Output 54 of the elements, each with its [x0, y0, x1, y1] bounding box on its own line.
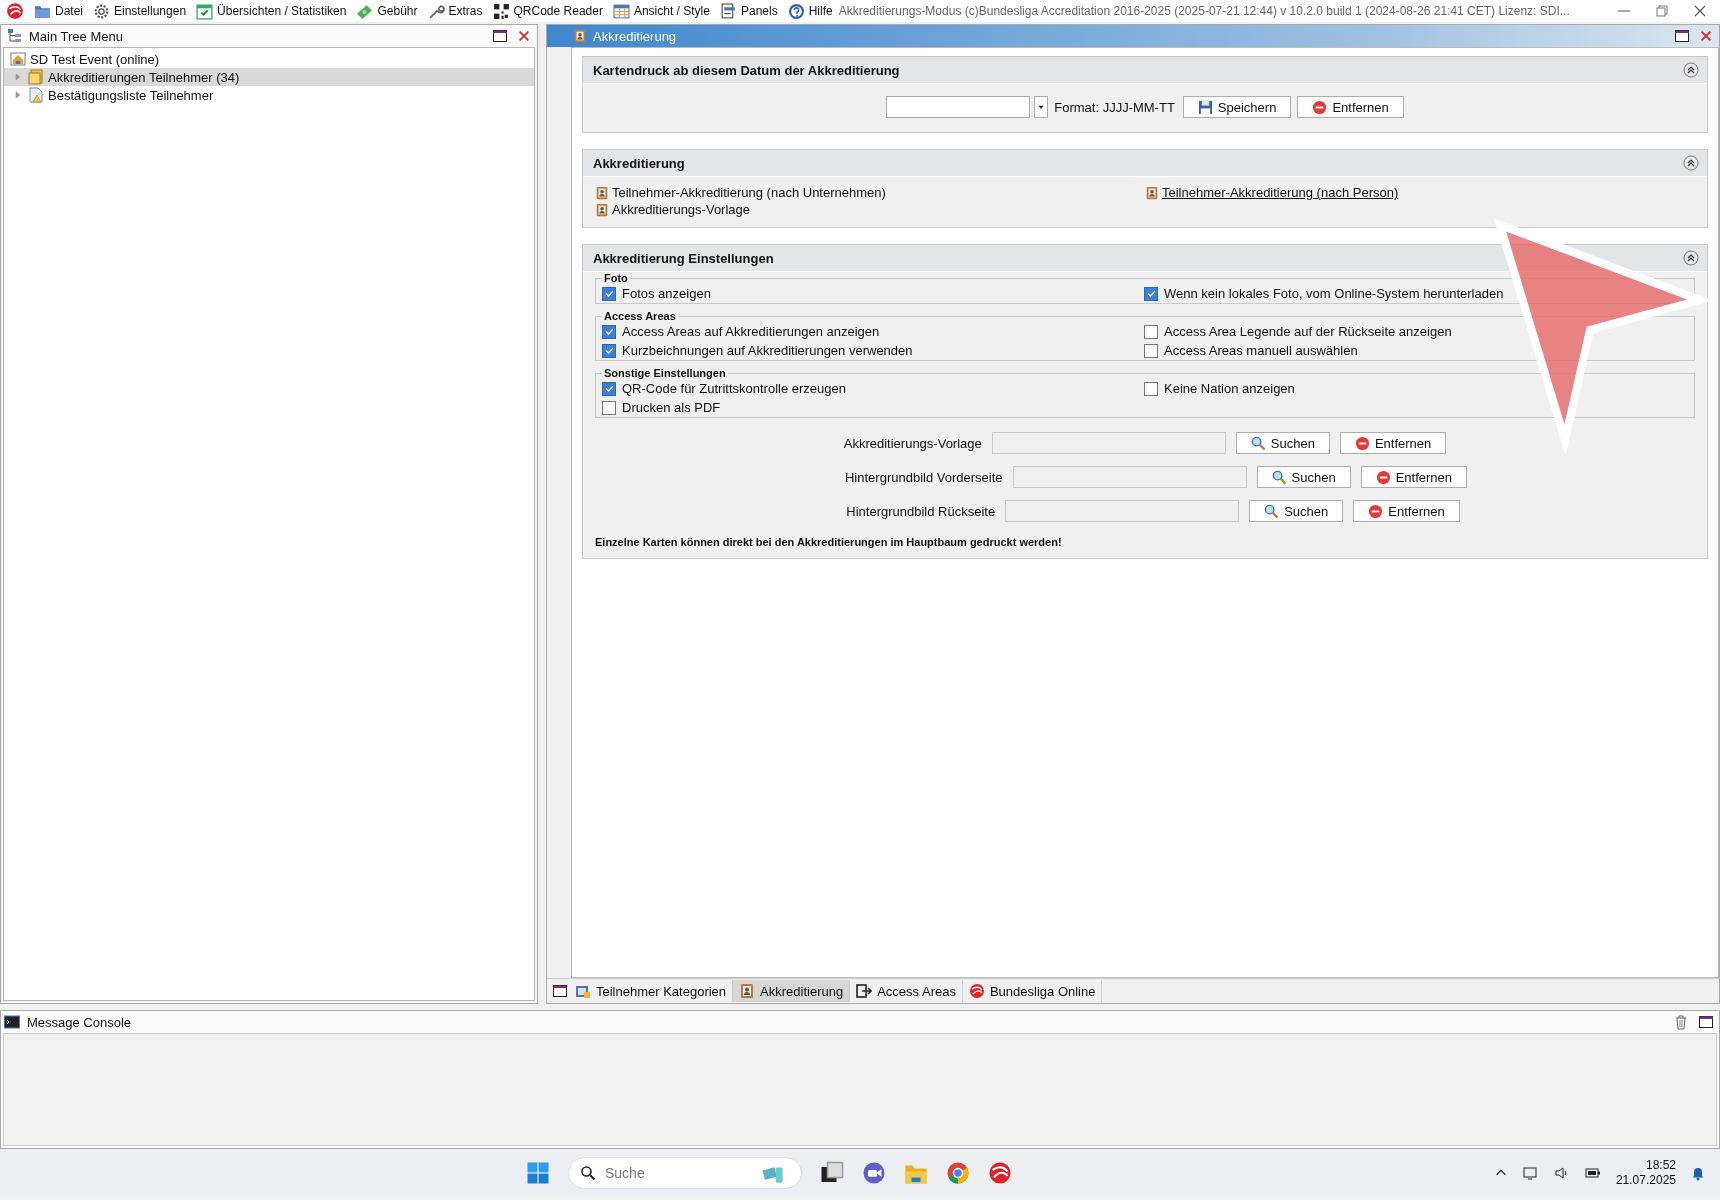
link[interactable]: Teilnehmer-Akkreditierung (nach Unternehmen): [595, 185, 886, 200]
clock-time: 18:52: [1645, 1158, 1676, 1173]
field-label: Akkreditierungs-Vorlage: [843, 435, 982, 451]
tab[interactable]: Access Areas: [850, 980, 963, 1002]
menu-item[interactable]: Einstellungen: [93, 2, 187, 20]
panel-title: Akkreditierung: [593, 28, 677, 44]
search-button[interactable]: Suchen: [1256, 466, 1351, 488]
clock-date: 21.07.2025: [1615, 1173, 1676, 1188]
tree-item[interactable]: Bestätigungsliste Teilnehmer: [4, 86, 534, 104]
section-title: Akkreditierung: [593, 155, 685, 171]
format-hint: Format: JJJJ-MM-TT: [1054, 99, 1175, 115]
panel-title: Main Tree Menu: [29, 28, 123, 44]
section-title: Kartendruck ab diesem Datum der Akkreditierung: [593, 62, 900, 78]
save-button[interactable]: Speichern: [1182, 96, 1292, 118]
checkbox-option[interactable]: Wenn kein lokales Foto, vom Online-System herunterladen: [1144, 286, 1504, 301]
search-field[interactable]: Suche: [568, 1157, 802, 1189]
remove-button[interactable]: Entfernen: [1339, 432, 1447, 454]
tab[interactable]: Akkreditierung: [733, 980, 851, 1002]
menu-item[interactable]: Datei: [34, 2, 83, 20]
checkbox-option[interactable]: Drucken als PDF: [602, 400, 721, 415]
tab[interactable]: Bundesliga Online: [962, 980, 1103, 1002]
group-title: Foto: [602, 272, 630, 284]
remove-button[interactable]: Entfernen: [1353, 500, 1460, 522]
field-label: Hintergrundbild Rückseite: [846, 503, 996, 519]
link[interactable]: Akkreditierungs-Vorlage: [595, 202, 751, 217]
window-title: Akkreditierungs-Modus (c)Bundesliga Accreditation 2016-2025 (2025-07-21 12:44) v 10.2.0 build 1 (2024-08-26 21:41 CET) Lizenz: SDI...: [838, 4, 1570, 18]
clock[interactable]: 18:52 21.07.2025: [1615, 1158, 1676, 1188]
remove-button[interactable]: Entfernen: [1360, 466, 1467, 488]
menu-item[interactable]: Panels: [719, 2, 778, 20]
tree-item[interactable]: SD Test Event (online): [4, 50, 534, 68]
link[interactable]: Teilnehmer-Akkreditierung (nach Person): [1145, 185, 1399, 200]
menu-item[interactable]: Übersichten / Statistiken: [196, 2, 347, 20]
tree-item[interactable]: Akkreditierungen Teilnehmer (34): [4, 68, 534, 86]
panel-title: Message Console: [27, 1014, 132, 1030]
checkbox-option[interactable]: Keine Nation anzeigen: [1144, 381, 1295, 396]
search-button[interactable]: Suchen: [1249, 500, 1344, 522]
menu-item[interactable]: Gebühr: [356, 2, 418, 20]
remove-button[interactable]: Entfernen: [1297, 96, 1404, 118]
checkbox-option[interactable]: Access Areas manuell auswählen: [1144, 343, 1358, 358]
checkbox-option[interactable]: Access Area Legende auf der Rückseite anzeigen: [1144, 324, 1452, 339]
group-title: Sonstige Einstellungen: [602, 367, 728, 379]
note-text: Einzelne Karten können direkt bei den Akkreditierungen im Hauptbaum gedruckt werden!: [595, 536, 1063, 548]
menu-item[interactable]: Hilfe: [787, 2, 833, 20]
search-button[interactable]: Suchen: [1235, 432, 1330, 454]
menu-item[interactable]: QRCode Reader: [492, 2, 603, 20]
menu-item[interactable]: Extras: [427, 2, 483, 20]
section-title: Akkreditierung Einstellungen: [593, 250, 774, 266]
menu-item[interactable]: Ansicht / Style: [612, 2, 710, 20]
checkbox-option[interactable]: QR-Code für Zutrittskontrolle erzeugen: [602, 381, 846, 396]
checkbox-option[interactable]: Fotos anzeigen: [602, 286, 711, 301]
checkbox-option[interactable]: Kurzbeichnungen auf Akkreditierungen verwenden: [602, 343, 913, 358]
checkbox-option[interactable]: Access Areas auf Akkreditierungen anzeigen: [602, 324, 880, 339]
group-title: Access Areas: [602, 310, 678, 322]
field-label: Hintergrundbild Vorderseite: [845, 469, 1003, 485]
